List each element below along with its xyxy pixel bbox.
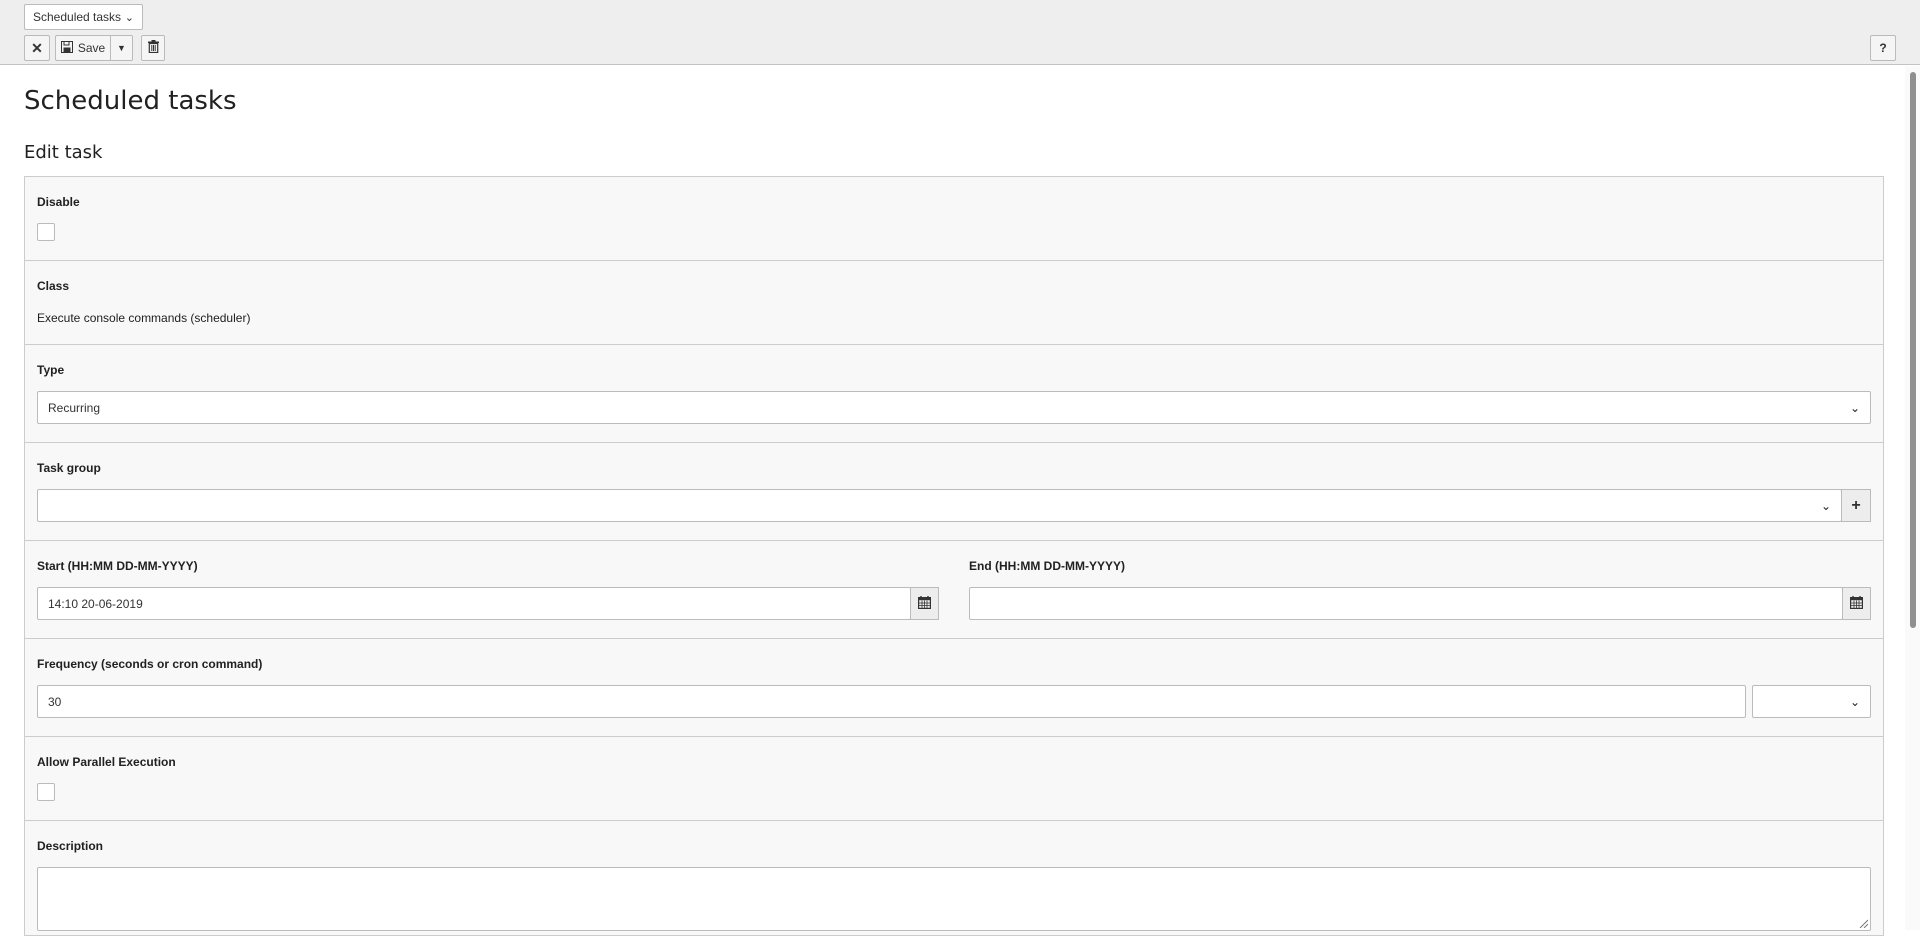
frequency-label: Frequency (seconds or cron command)	[37, 657, 263, 671]
calendar-icon	[1850, 595, 1864, 612]
class-value: Execute console commands (scheduler)	[37, 311, 251, 325]
task-group-select[interactable]: ⌄	[37, 489, 1842, 522]
start-label: Start (HH:MM DD-MM-YYYY)	[37, 559, 198, 573]
help-button[interactable]: ?	[1870, 35, 1896, 61]
save-button[interactable]: Save	[55, 35, 111, 61]
trash-icon	[147, 40, 159, 56]
chevron-down-icon: ⌄	[1820, 498, 1831, 513]
type-row: Type Recurring ⌄	[25, 345, 1883, 443]
module-menu-select[interactable]: Scheduled tasks ⌄	[24, 4, 143, 30]
task-group-label: Task group	[37, 461, 101, 475]
save-button-label: Save	[77, 41, 106, 55]
end-input[interactable]	[969, 587, 1843, 620]
chevron-down-icon: ⌄	[1849, 694, 1860, 709]
add-task-group-button[interactable]: +	[1841, 489, 1871, 522]
start-end-row: Start (HH:MM DD-MM-YYYY) 14:10 20-06-201…	[25, 541, 1883, 639]
description-textarea[interactable]	[37, 867, 1871, 931]
description-row: Description	[25, 821, 1883, 941]
parallel-row: Allow Parallel Execution	[25, 737, 1883, 821]
close-button[interactable]: ✕	[24, 35, 50, 61]
start-input[interactable]: 14:10 20-06-2019	[37, 587, 911, 620]
save-options-dropdown[interactable]: ▼	[110, 35, 133, 61]
parallel-checkbox[interactable]	[37, 783, 55, 801]
scrollbar-thumb[interactable]	[1910, 72, 1916, 628]
type-select-value: Recurring	[48, 400, 101, 415]
parallel-label: Allow Parallel Execution	[37, 755, 176, 769]
floppy-disk-icon	[60, 40, 73, 56]
module-menu-label: Scheduled tasks	[33, 10, 122, 24]
calendar-icon	[918, 595, 932, 612]
class-row: Class Execute console commands (schedule…	[25, 261, 1883, 345]
docheader: Scheduled tasks ⌄ ✕ Save ▼ ?	[0, 0, 1920, 65]
task-group-row: Task group ⌄ +	[25, 443, 1883, 541]
page-title: Scheduled tasks	[24, 86, 237, 116]
end-label: End (HH:MM DD-MM-YYYY)	[969, 559, 1125, 573]
chevron-down-icon: ⌄	[1849, 400, 1860, 415]
disable-checkbox[interactable]	[37, 223, 55, 241]
description-label: Description	[37, 839, 104, 853]
frequency-input[interactable]: 30	[37, 685, 1746, 718]
type-label: Type	[37, 363, 65, 377]
frequency-input-value: 30	[48, 694, 62, 709]
disable-label: Disable	[37, 195, 80, 209]
start-input-value: 14:10 20-06-2019	[48, 596, 143, 611]
caret-down-icon: ▼	[117, 43, 126, 53]
end-calendar-button[interactable]	[1842, 587, 1871, 620]
plus-icon: +	[1851, 496, 1861, 514]
chevron-down-icon: ⌄	[124, 11, 134, 24]
delete-button[interactable]	[141, 35, 165, 61]
help-icon: ?	[1879, 41, 1887, 55]
type-select[interactable]: Recurring ⌄	[37, 391, 1871, 424]
close-icon: ✕	[31, 39, 43, 56]
start-calendar-button[interactable]	[910, 587, 939, 620]
class-label: Class	[37, 279, 70, 293]
disable-row: Disable	[25, 177, 1883, 261]
frequency-preset-select[interactable]: ⌄	[1752, 685, 1871, 718]
resize-grip-icon[interactable]	[1858, 918, 1868, 928]
frequency-row: Frequency (seconds or cron command) 30 ⌄	[25, 639, 1883, 737]
edit-task-form: Disable Class Execute console commands (…	[24, 176, 1884, 936]
section-title: Edit task	[24, 142, 103, 163]
